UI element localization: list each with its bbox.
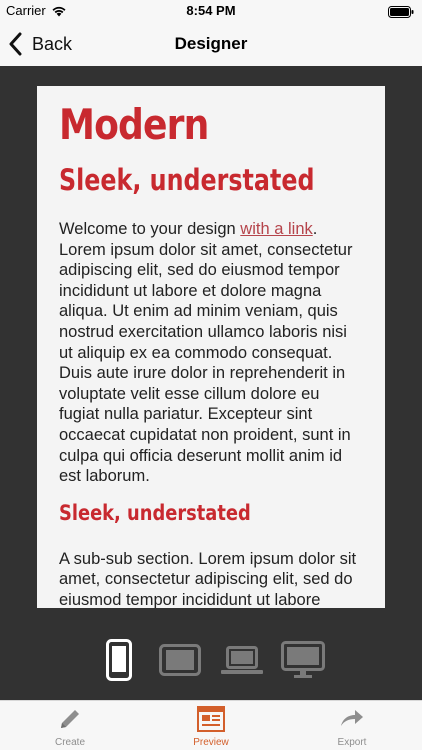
status-bar: Carrier 8:54 PM [0, 0, 422, 22]
preview-heading-3: Sleek, understated [59, 500, 251, 525]
tab-export-label: Export [337, 737, 367, 748]
intro-after-link: . [312, 220, 318, 238]
preview-link[interactable]: with a link [240, 220, 312, 238]
tab-create[interactable]: Create [0, 701, 140, 750]
preview-heading-1: Modern [59, 100, 209, 149]
tab-export[interactable]: Export [282, 701, 422, 750]
tablet-icon [159, 644, 201, 676]
page-title: Designer [174, 34, 248, 53]
share-arrow-icon [339, 706, 365, 735]
pencil-icon [57, 706, 83, 737]
device-selector [0, 638, 422, 682]
laptop-icon [221, 646, 263, 674]
monitor-icon [281, 641, 325, 678]
preview-body-paragraph: Welcome to your design with a link. Lore… [59, 219, 363, 487]
app-root: Carrier 8:54 PM Back Designer Modern Sle… [0, 0, 422, 750]
device-phone-button[interactable] [104, 638, 134, 682]
preview-area: Modern Sleek, understated Welcome to you… [0, 66, 422, 700]
tab-preview[interactable]: Preview [141, 701, 281, 750]
intro-text: Welcome to your design [59, 220, 241, 238]
battery-icon [388, 5, 414, 23]
preview-sub-paragraph: A sub-sub section. Lorem ipsum dolor sit… [59, 549, 357, 608]
tab-bar: Create Preview Export [0, 700, 422, 750]
lorem-text: Lorem ipsum dolor sit amet, consectetur … [59, 240, 353, 486]
preview-heading-2: Sleek, understated [59, 163, 315, 197]
tab-preview-label: Preview [193, 737, 229, 748]
device-desktop-button[interactable] [280, 638, 326, 682]
design-preview-page[interactable]: Modern Sleek, understated Welcome to you… [37, 86, 385, 608]
tab-create-label: Create [54, 737, 85, 748]
device-tablet-button[interactable] [158, 638, 202, 682]
clock: 8:54 PM [186, 3, 236, 18]
navigation-bar: Back Designer [0, 22, 422, 66]
preview-icon [197, 706, 225, 737]
phone-icon [106, 639, 132, 681]
device-laptop-button[interactable] [220, 638, 264, 682]
